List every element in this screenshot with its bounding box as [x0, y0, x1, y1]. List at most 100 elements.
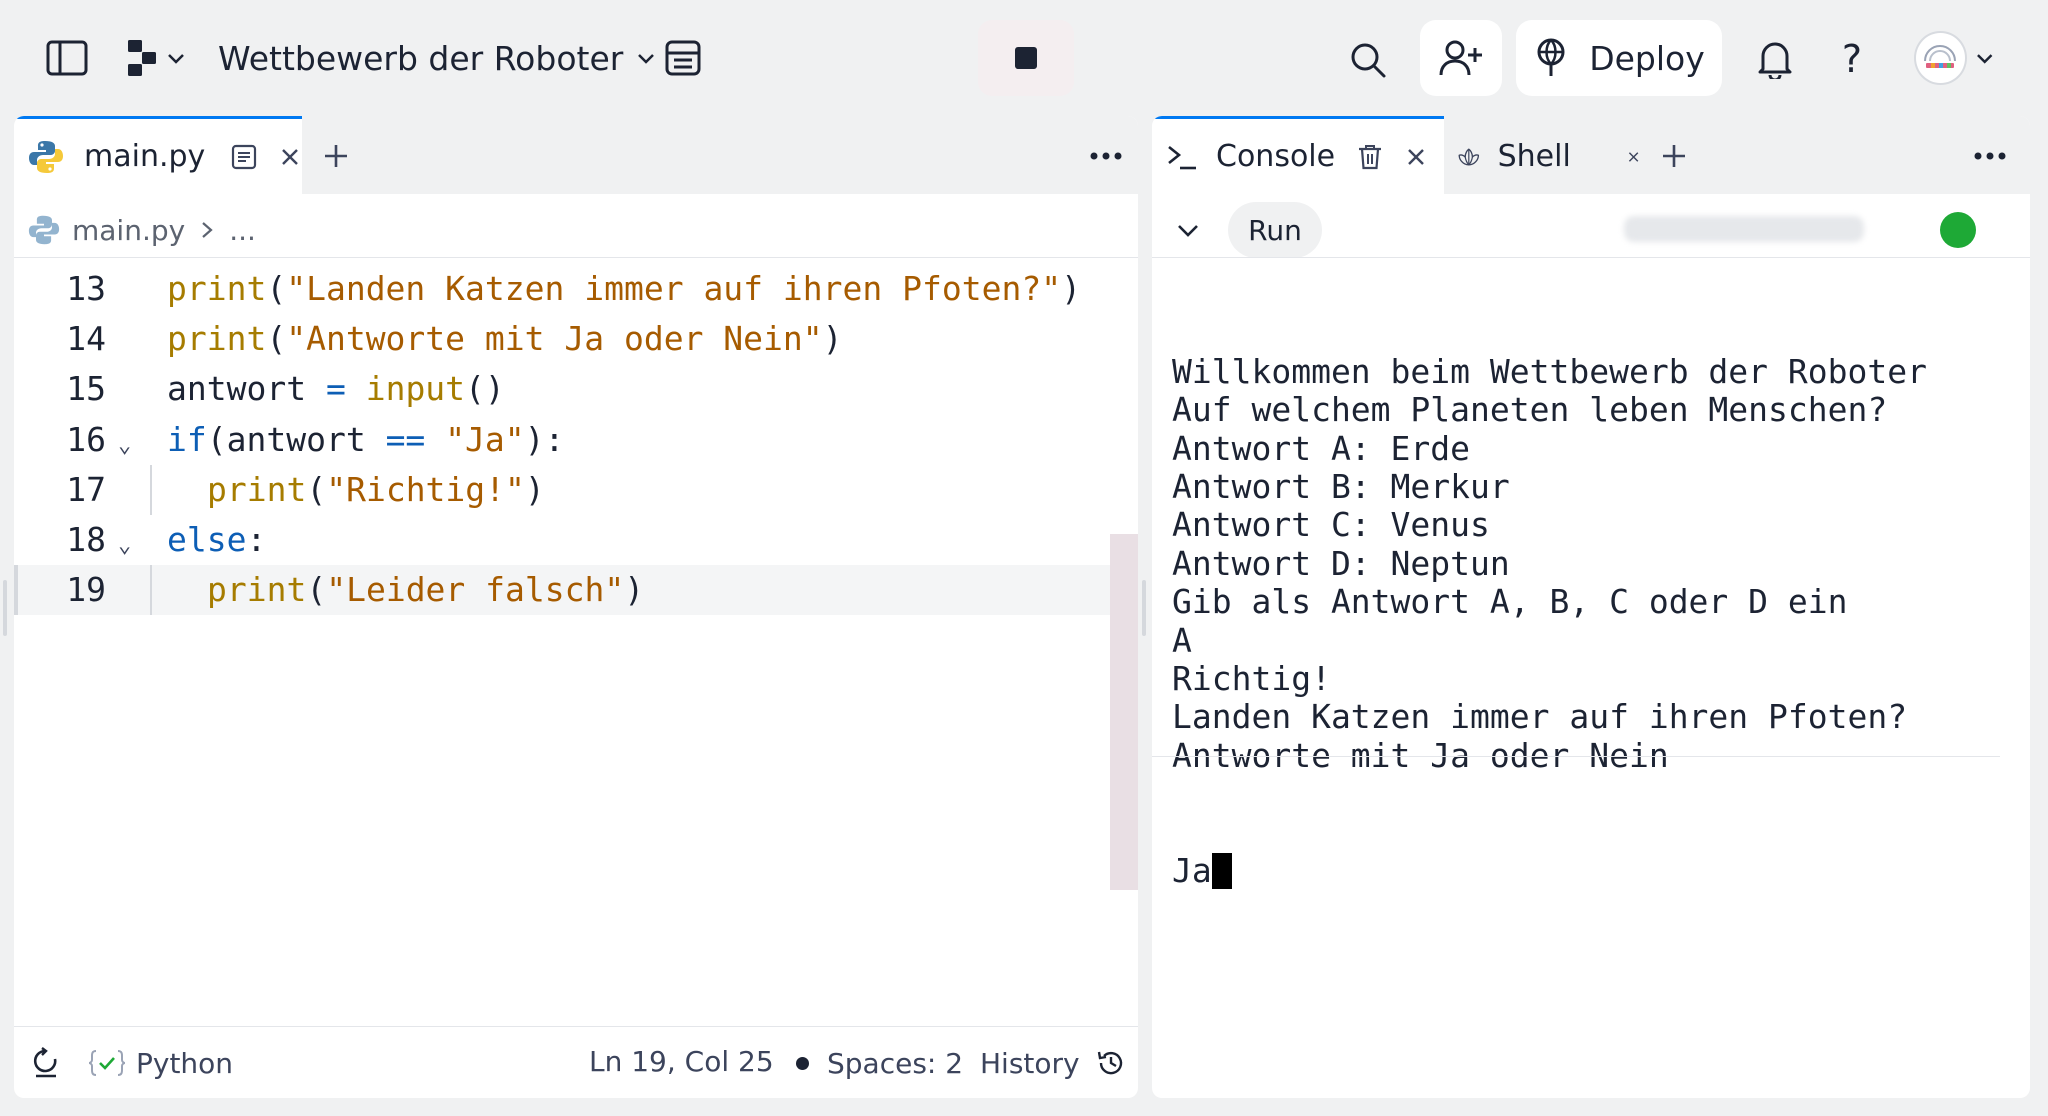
spaces-label: Spaces: 2: [827, 1046, 964, 1080]
code-line[interactable]: 15 antwort = input(): [14, 364, 1110, 414]
line-number: 19: [66, 570, 106, 610]
console-panel: Console Shell Run Willkommen beim Wettbe…: [1152, 116, 2030, 1098]
shell-icon: [1458, 148, 1480, 165]
tab-main-py[interactable]: main.py: [14, 116, 302, 194]
collapse-run-icon[interactable]: [1168, 210, 1208, 250]
sidebar-toggle-icon[interactable]: [44, 38, 90, 78]
close-tab-icon[interactable]: [1627, 146, 1640, 168]
lsp-check-icon: [88, 1050, 126, 1076]
pane-resize-handle[interactable]: [1142, 580, 1146, 636]
code-token: =: [325, 369, 346, 409]
help-button[interactable]: ?: [1830, 36, 1874, 82]
help-icon: ?: [1841, 37, 1863, 81]
add-user-icon: [1439, 40, 1482, 76]
code-token: "Antworte mit Ja oder Nein": [286, 319, 823, 359]
code-line[interactable]: 14 print("Antworte mit Ja oder Nein"): [14, 314, 1110, 364]
console-lines: Willkommen beim Wettbewerb der Roboter Au…: [1172, 352, 2022, 775]
breadcrumb-file[interactable]: main.py: [72, 214, 185, 247]
fold-chevron-icon[interactable]: ⌄: [118, 521, 131, 571]
console-output[interactable]: Willkommen beim Wettbewerb der Roboter Au…: [1172, 276, 2022, 967]
code-token: input: [365, 369, 466, 409]
code-token: :: [246, 520, 267, 559]
stop-icon: [1015, 47, 1037, 69]
cursor-block: [1211, 853, 1232, 890]
breadcrumb: main.py ...: [28, 210, 256, 250]
invite-button[interactable]: [1420, 20, 1502, 96]
more-options-icon[interactable]: [1968, 134, 2012, 178]
search-icon[interactable]: [1346, 38, 1390, 82]
line-number: 17: [66, 469, 106, 509]
line-number: 15: [66, 369, 106, 409]
code-token: ): [624, 570, 645, 610]
python-icon: [29, 140, 63, 173]
indentation-indicator[interactable]: Spaces: 2: [796, 1045, 963, 1081]
deploy-button[interactable]: Deploy: [1516, 20, 1722, 96]
code-text: print("Leider falsch"): [207, 565, 644, 615]
code-token: print: [207, 570, 307, 610]
breadcrumb-more[interactable]: ...: [229, 214, 256, 247]
deploy-label: Deploy: [1589, 38, 1705, 78]
cursor-position[interactable]: Ln 19, Col 25: [589, 1045, 774, 1078]
code-text: if(antwort == "Ja"):: [167, 415, 564, 465]
code-token: (: [266, 319, 287, 359]
code-line[interactable]: 13 print("Landen Katzen immer auf ihren P…: [14, 264, 1110, 314]
code-token: (: [306, 570, 327, 610]
code-line[interactable]: 17 print("Richtig!"): [14, 464, 1110, 515]
code-line[interactable]: 18 ⌄ else:: [14, 515, 1110, 565]
code-token: if: [167, 419, 207, 459]
more-options-icon[interactable]: [1084, 134, 1128, 178]
account-menu-button[interactable]: [1914, 30, 1994, 86]
close-tab-icon[interactable]: [279, 146, 301, 168]
new-tab-icon[interactable]: [314, 134, 358, 178]
line-number: 13: [66, 269, 106, 308]
code-token: ==: [385, 419, 426, 459]
code-line-active[interactable]: 19 print("Leider falsch"): [14, 565, 1110, 616]
code-text: antwort = input(): [167, 364, 505, 414]
file-details-icon[interactable]: [231, 144, 257, 170]
clear-console-icon[interactable]: [1357, 143, 1383, 171]
close-tab-icon[interactable]: [1405, 146, 1427, 168]
tab-console[interactable]: Console: [1152, 116, 1444, 194]
tab-label: main.py: [84, 139, 206, 174]
language-indicator[interactable]: Python: [88, 1043, 233, 1083]
code-token: "Leider falsch": [326, 570, 625, 610]
chevron-right-icon: [202, 222, 213, 238]
indent-guide: [150, 565, 152, 616]
stop-button[interactable]: [978, 20, 1074, 96]
history-label: History: [980, 1046, 1080, 1080]
project-menu-button[interactable]: [120, 36, 190, 80]
console-input-line[interactable]: Ja: [1172, 851, 2022, 890]
fold-chevron-icon[interactable]: ⌄: [118, 421, 131, 471]
console-prompt-icon: [1168, 145, 1196, 169]
left-resize-handle[interactable]: [3, 580, 7, 636]
top-bar: Wettbewerb der Roboter Deploy ?: [0, 0, 2048, 116]
console-line: Antwort C: Venus: [1172, 505, 1490, 545]
console-line: Gib als Antwort A, B, C oder D ein: [1172, 582, 1848, 622]
console-line: Antwort B: Merkur: [1172, 466, 1510, 506]
console-line: Richtig!: [1172, 658, 1331, 698]
console-line: Landen Katzen immer auf ihren Pfoten?: [1172, 697, 1908, 737]
code-token: print: [167, 319, 267, 359]
code-token: (antwort: [206, 419, 386, 459]
project-title: Wettbewerb der Roboter: [218, 38, 624, 78]
tab-shell[interactable]: Shell: [1444, 116, 1640, 194]
chevron-down-icon: [168, 54, 184, 64]
code-token: "Landen Katzen immer auf ihren Pfoten?": [286, 269, 1062, 308]
code-line[interactable]: 16 ⌄ if(antwort == "Ja"):: [14, 415, 1110, 465]
editor-scrollbar[interactable]: [1110, 534, 1138, 890]
code-area[interactable]: 13 print("Landen Katzen immer auf ihren P…: [14, 258, 1110, 1008]
line-number: 18: [66, 520, 106, 559]
run-badge[interactable]: Run: [1228, 202, 1322, 258]
refresh-icon[interactable]: [28, 1045, 64, 1081]
code-token: (): [465, 369, 505, 409]
new-tab-icon[interactable]: [1652, 134, 1696, 178]
tab-label: Console: [1216, 139, 1336, 174]
editor-tab-bar: main.py: [14, 116, 1138, 194]
status-bar: Python Ln 19, Col 25 Spaces: 2 History: [14, 1027, 1138, 1098]
code-token: (: [306, 469, 327, 509]
notifications-icon[interactable]: [1752, 36, 1798, 82]
history-button[interactable]: History: [980, 1043, 1126, 1083]
spotlight-icon[interactable]: [660, 36, 706, 80]
project-title-button[interactable]: Wettbewerb der Roboter: [218, 36, 657, 80]
line-number: 14: [66, 319, 106, 359]
